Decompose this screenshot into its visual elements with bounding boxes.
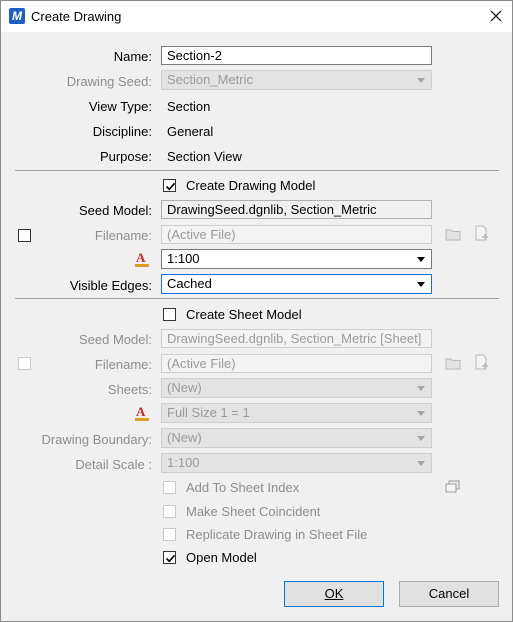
drawing-seed-label: Drawing Seed: — [66, 74, 152, 89]
sheet-seed-model-field[interactable]: DrawingSeed.dgnlib, Section_Metric [Shee… — [161, 329, 432, 348]
discipline-label: Discipline: — [92, 124, 152, 139]
chevron-down-icon — [417, 461, 425, 466]
drawing-scale-value: 1:100 — [167, 251, 200, 266]
chevron-down-icon — [417, 78, 425, 83]
drawing-boundary-label: Drawing Boundary: — [41, 432, 152, 447]
filename-label: Filename: — [94, 228, 152, 243]
seed-model-label: Seed Model: — [79, 203, 152, 218]
purpose-value: Section View — [167, 149, 242, 164]
detail-scale-value: 1:100 — [167, 455, 200, 470]
filename-checkbox[interactable] — [18, 229, 31, 242]
create-drawing-dialog: M Create Drawing Name: Section-2 Drawing… — [0, 0, 513, 622]
sheet-scale-value: Full Size 1 = 1 — [167, 405, 250, 420]
annotation-scale-icon: A — [135, 405, 149, 421]
chevron-down-icon — [417, 386, 425, 391]
seed-model-field[interactable]: DrawingSeed.dgnlib, Section_Metric — [161, 200, 432, 219]
filename-field[interactable]: (Active File) — [161, 225, 432, 244]
sheets-value: (New) — [167, 380, 202, 395]
detail-scale-select[interactable]: 1:100 — [161, 453, 432, 473]
window-title: Create Drawing — [31, 9, 122, 24]
add-to-sheet-index-label: Add To Sheet Index — [186, 480, 300, 495]
replicate-drawing-label: Replicate Drawing in Sheet File — [186, 527, 368, 542]
create-sheet-model-checkbox[interactable] — [163, 308, 176, 321]
folder-icon[interactable] — [445, 356, 461, 370]
detail-scale-label: Detail Scale : — [75, 457, 152, 472]
new-file-icon[interactable] — [474, 354, 490, 371]
checkmark-icon — [165, 182, 176, 191]
new-file-icon[interactable] — [474, 225, 490, 242]
drawing-scale-select[interactable]: 1:100 — [161, 249, 432, 269]
sheet-scale-select[interactable]: Full Size 1 = 1 — [161, 403, 432, 423]
replicate-drawing-checkbox[interactable] — [163, 528, 176, 541]
microstation-app-icon: M — [9, 8, 25, 24]
checkmark-icon — [165, 554, 176, 563]
drawing-seed-value: Section_Metric — [167, 72, 253, 87]
name-input[interactable]: Section-2 — [161, 46, 432, 65]
sheets-label: Sheets: — [107, 382, 152, 397]
folder-icon[interactable] — [445, 227, 461, 241]
svg-text:A: A — [136, 405, 146, 419]
create-drawing-model-label: Create Drawing Model — [186, 178, 316, 193]
visible-edges-label: Visible Edges: — [69, 278, 152, 293]
discipline-value: General — [167, 124, 214, 139]
drawing-seed-select[interactable]: Section_Metric — [161, 70, 432, 90]
drawing-boundary-value: (New) — [167, 430, 202, 445]
make-sheet-coincident-label: Make Sheet Coincident — [186, 504, 321, 519]
drawing-boundary-select[interactable]: (New) — [161, 428, 432, 448]
purpose-label: Purpose: — [99, 149, 152, 164]
view-type-value: Section — [167, 99, 211, 114]
name-label: Name: — [113, 49, 152, 64]
cancel-button[interactable]: Cancel — [399, 581, 499, 607]
sheets-select[interactable]: (New) — [161, 378, 432, 398]
sheet-filename-checkbox[interactable] — [18, 357, 31, 370]
sheet-filename-label: Filename: — [94, 357, 152, 372]
visible-edges-select[interactable]: Cached — [161, 274, 432, 294]
chevron-down-icon — [417, 436, 425, 441]
add-to-sheet-index-checkbox[interactable] — [163, 481, 176, 494]
chevron-down-icon — [417, 257, 425, 262]
create-drawing-model-checkbox[interactable] — [163, 179, 176, 192]
sheet-index-icon[interactable] — [445, 480, 460, 494]
create-sheet-model-label: Create Sheet Model — [186, 307, 302, 322]
sheet-filename-field[interactable]: (Active File) — [161, 354, 432, 373]
open-model-label: Open Model — [186, 550, 257, 565]
sheet-seed-model-label: Seed Model: — [79, 332, 152, 347]
separator — [15, 298, 499, 299]
title-bar: M Create Drawing — [1, 1, 512, 32]
make-sheet-coincident-checkbox[interactable] — [163, 505, 176, 518]
view-type-label: View Type: — [88, 99, 152, 114]
ok-button[interactable]: OK — [284, 581, 384, 607]
separator — [15, 170, 499, 171]
chevron-down-icon — [417, 411, 425, 416]
open-model-checkbox[interactable] — [163, 551, 176, 564]
close-icon[interactable] — [487, 7, 505, 25]
visible-edges-value: Cached — [167, 276, 212, 291]
svg-text:A: A — [136, 251, 146, 265]
chevron-down-icon — [417, 282, 425, 287]
annotation-scale-icon: A — [135, 251, 149, 267]
ok-button-label: OK — [324, 586, 344, 601]
